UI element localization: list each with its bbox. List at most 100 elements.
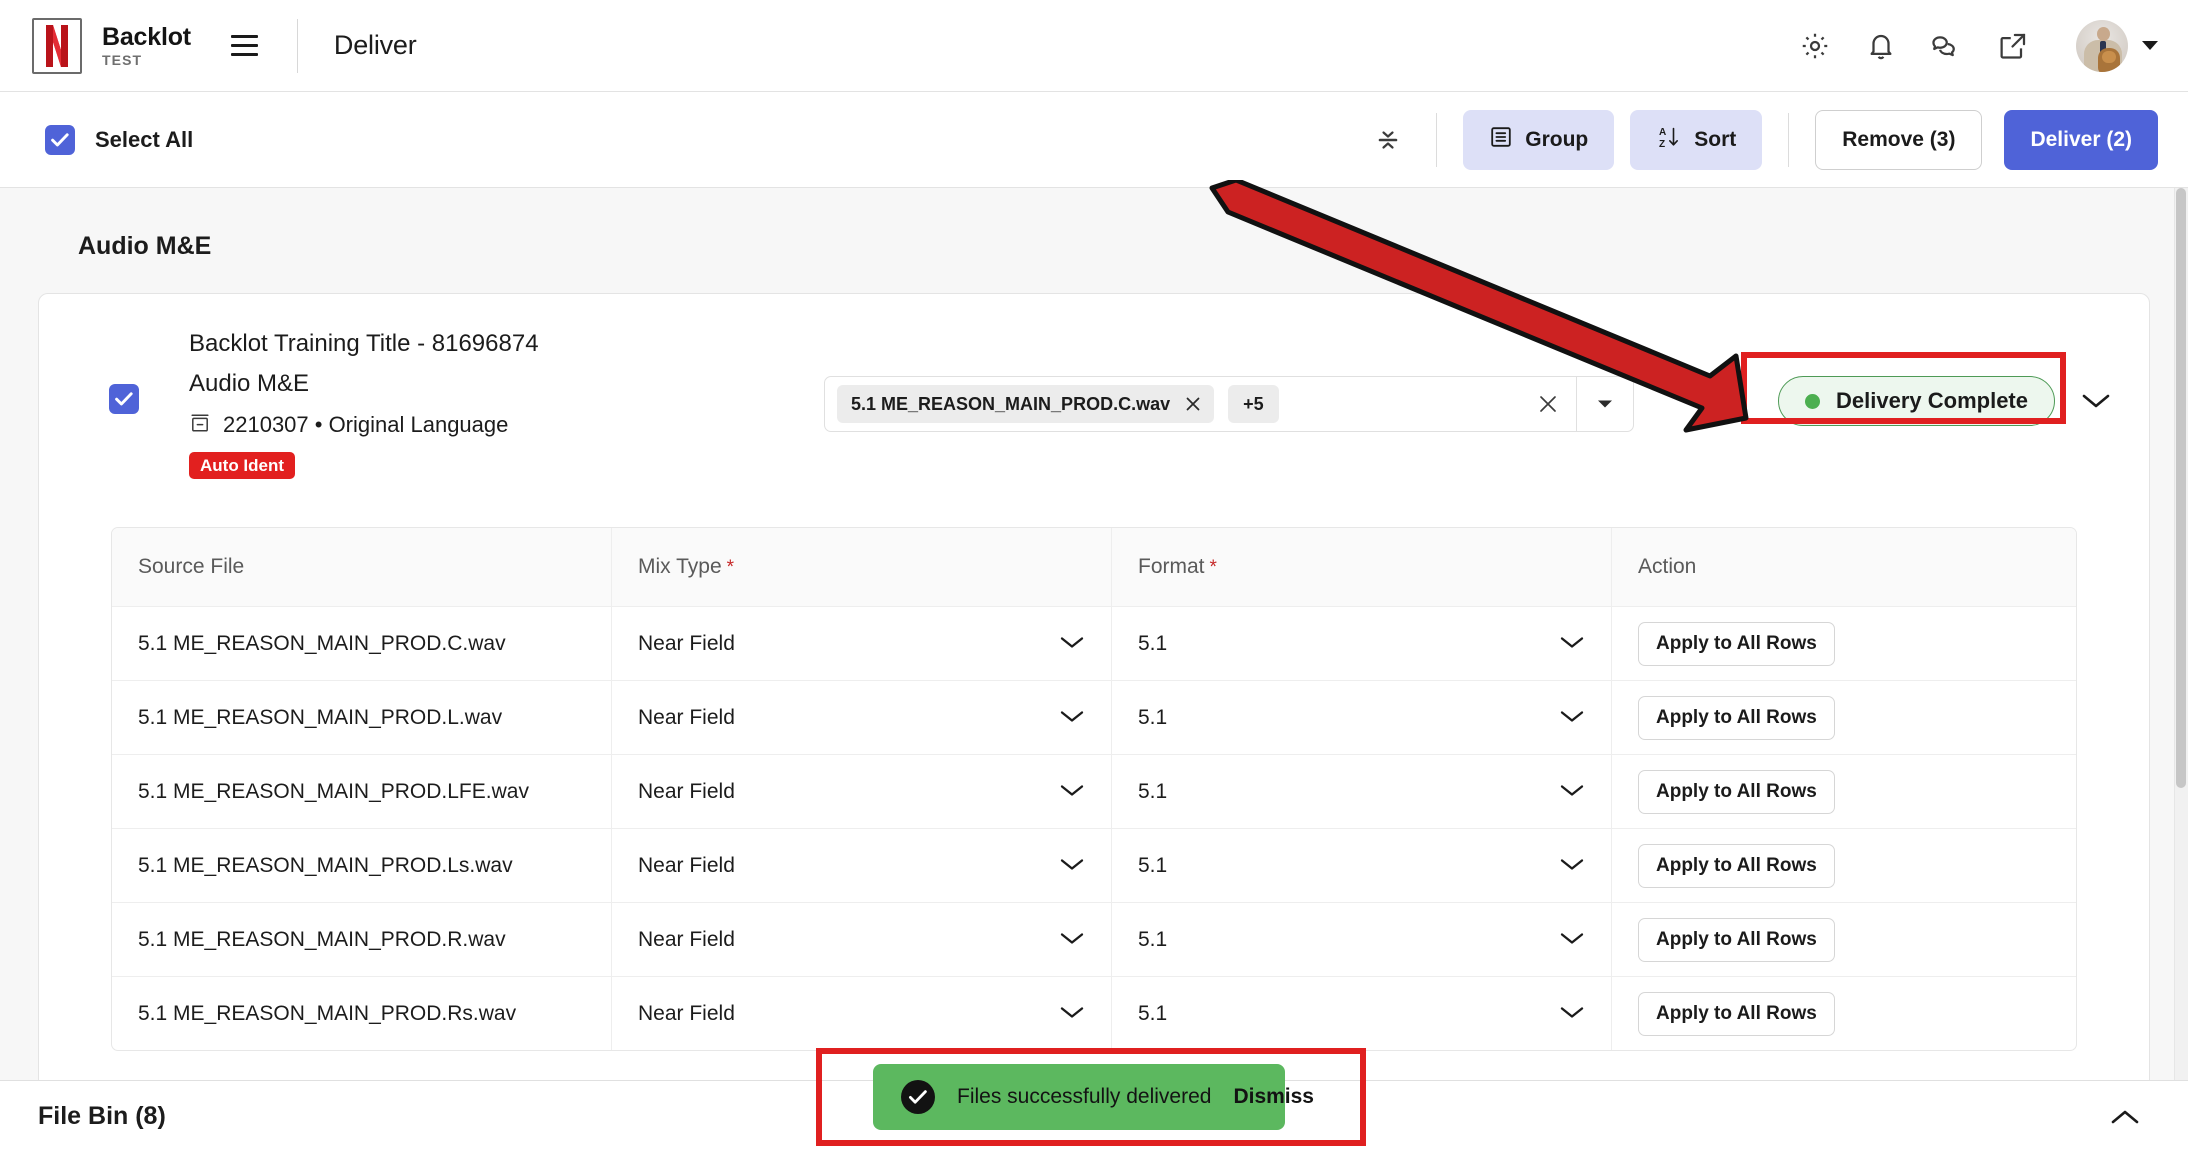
remove-button[interactable]: Remove (3) [1815, 109, 1983, 170]
cell-format-select[interactable]: 5.1 [1112, 903, 1612, 976]
select-all-checkbox[interactable] [45, 124, 75, 155]
select-all-label: Select All [95, 126, 194, 152]
file-bin-label: File Bin (8) [38, 1102, 166, 1130]
external-link-icon[interactable] [1996, 29, 2030, 63]
sort-az-icon: A Z [1656, 124, 1682, 156]
header-left: Backlot TEST Deliver [0, 17, 417, 74]
table-row: 5.1 ME_REASON_MAIN_PROD.L.wav Near Field 5… [112, 681, 2076, 755]
selection-toolbar: Select All Group A Z Sort Remove (3) Del… [0, 92, 2188, 188]
avatar-menu[interactable] [2076, 19, 2158, 72]
status-badge[interactable]: Delivery Complete [1778, 376, 2055, 426]
selected-file-chip-label: 5.1 ME_REASON_MAIN_PROD.C.wav [851, 393, 1171, 414]
chevron-down-icon[interactable] [1059, 1002, 1085, 1026]
card-metadata: Backlot Training Title - 81696874 Audio … [189, 332, 539, 479]
card-id-text: 2210307 • Original Language [223, 412, 509, 437]
scrollbar-thumb[interactable] [2176, 188, 2186, 788]
chevron-down-icon[interactable] [2142, 41, 2158, 50]
cell-mix-type-select[interactable]: Near Field [612, 607, 1112, 680]
chevron-down-icon[interactable] [1559, 928, 1585, 952]
column-header-mix-type: Mix Type * [612, 528, 1112, 606]
toolbar-actions: Group A Z Sort Remove (3) Deliver (2) [1366, 109, 2188, 170]
chevron-down-icon[interactable] [1059, 780, 1085, 804]
column-header-source-file: Source File [112, 528, 612, 606]
svg-text:Z: Z [1659, 139, 1665, 150]
table-body: 5.1 ME_REASON_MAIN_PROD.C.wav Near Field 5… [112, 607, 2076, 1050]
file-overflow-count[interactable]: +5 [1228, 385, 1279, 423]
group-button[interactable]: Group [1463, 109, 1615, 170]
app-root: Backlot TEST Deliver Select All Group A … [0, 0, 2188, 1152]
toolbar-separator-2 [1788, 112, 1790, 167]
chevron-down-icon[interactable] [1559, 1002, 1585, 1026]
chevron-down-icon[interactable] [2081, 392, 2111, 410]
bell-icon[interactable] [1864, 29, 1898, 63]
deliver-button[interactable]: Deliver (2) [2004, 109, 2158, 170]
cell-mix-type-select[interactable]: Near Field [612, 681, 1112, 754]
header-right [1798, 19, 2188, 72]
cell-format-select[interactable]: 5.1 [1112, 977, 1612, 1050]
cell-format-select[interactable]: 5.1 [1112, 829, 1612, 902]
netflix-n-logo[interactable] [32, 17, 82, 74]
check-circle-icon [901, 1080, 935, 1114]
user-avatar[interactable] [2076, 19, 2128, 72]
main-content: Audio M&E Backlot Training Title - 81696… [0, 188, 2188, 1080]
cell-format-select[interactable]: 5.1 [1112, 681, 1612, 754]
apply-to-all-rows-button[interactable]: Apply to All Rows [1638, 621, 1835, 666]
column-header-action: Action [1638, 555, 1697, 578]
cell-source-file: 5.1 ME_REASON_MAIN_PROD.Ls.wav [112, 829, 612, 902]
chat-icon[interactable] [1930, 29, 1964, 63]
clear-selection-icon[interactable] [1536, 392, 1560, 416]
chevron-down-icon[interactable] [1559, 780, 1585, 804]
vertical-scrollbar[interactable] [2174, 188, 2188, 1080]
cell-action: Apply to All Rows [1612, 607, 2076, 680]
hamburger-menu-icon[interactable] [225, 26, 265, 66]
apply-to-all-rows-button[interactable]: Apply to All Rows [1638, 843, 1835, 888]
cell-mix-type-select[interactable]: Near Field [612, 977, 1112, 1050]
chevron-down-icon[interactable] [1059, 928, 1085, 952]
select-all-control[interactable]: Select All [0, 124, 194, 155]
delivery-status-area: Delivery Complete [1778, 376, 2111, 426]
chevron-down-icon[interactable] [1559, 632, 1585, 656]
toast-dismiss-button[interactable]: Dismiss [1233, 1085, 1314, 1109]
gear-icon[interactable] [1798, 29, 1832, 63]
required-marker: * [726, 557, 735, 578]
page-title: Deliver [333, 30, 417, 60]
brand-block[interactable]: Backlot TEST [102, 23, 191, 68]
chevron-down-icon[interactable] [1559, 854, 1585, 878]
apply-to-all-rows-button[interactable]: Apply to All Rows [1638, 695, 1835, 740]
cell-mix-type-select[interactable]: Near Field [612, 755, 1112, 828]
chevron-up-icon[interactable] [2110, 1108, 2188, 1126]
cell-source-file: 5.1 ME_REASON_MAIN_PROD.C.wav [112, 607, 612, 680]
archive-box-icon [189, 412, 211, 438]
file-select-control[interactable]: 5.1 ME_REASON_MAIN_PROD.C.wav +5 [824, 376, 1634, 432]
apply-to-all-rows-button[interactable]: Apply to All Rows [1638, 991, 1835, 1036]
success-toast: Files successfully delivered Dismiss [873, 1064, 1314, 1130]
sort-button-label: Sort [1694, 127, 1737, 151]
table-row: 5.1 ME_REASON_MAIN_PROD.Ls.wav Near Field… [112, 829, 2076, 903]
sort-button[interactable]: A Z Sort [1630, 109, 1763, 170]
toast-message: Files successfully delivered [957, 1085, 1212, 1108]
brand-environment: TEST [102, 51, 143, 68]
column-header-format: Format * [1112, 528, 1612, 606]
card-select-checkbox[interactable] [109, 384, 139, 414]
apply-to-all-rows-button[interactable]: Apply to All Rows [1638, 917, 1835, 962]
app-header: Backlot TEST Deliver [0, 0, 2188, 92]
list-icon [1489, 125, 1513, 155]
caret-down-icon[interactable] [1577, 376, 1633, 432]
section-title-audio-me: Audio M&E [78, 232, 212, 260]
required-marker: * [1209, 557, 1217, 578]
cell-mix-type-select[interactable]: Near Field [612, 829, 1112, 902]
collapse-all-icon[interactable] [1366, 118, 1410, 162]
cell-mix-type-select[interactable]: Near Field [612, 903, 1112, 976]
apply-to-all-rows-button[interactable]: Apply to All Rows [1638, 769, 1835, 814]
chevron-down-icon[interactable] [1059, 706, 1085, 730]
cell-format-select[interactable]: 5.1 [1112, 755, 1612, 828]
selected-file-chip[interactable]: 5.1 ME_REASON_MAIN_PROD.C.wav [837, 385, 1215, 423]
close-icon[interactable] [1184, 395, 1202, 413]
chevron-down-icon[interactable] [1559, 706, 1585, 730]
cell-format-select[interactable]: 5.1 [1112, 607, 1612, 680]
cell-source-file: 5.1 ME_REASON_MAIN_PROD.Rs.wav [112, 977, 612, 1050]
svg-text:A: A [1659, 127, 1666, 138]
chevron-down-icon[interactable] [1059, 854, 1085, 878]
chevron-down-icon[interactable] [1059, 632, 1085, 656]
group-button-label: Group [1525, 127, 1589, 151]
